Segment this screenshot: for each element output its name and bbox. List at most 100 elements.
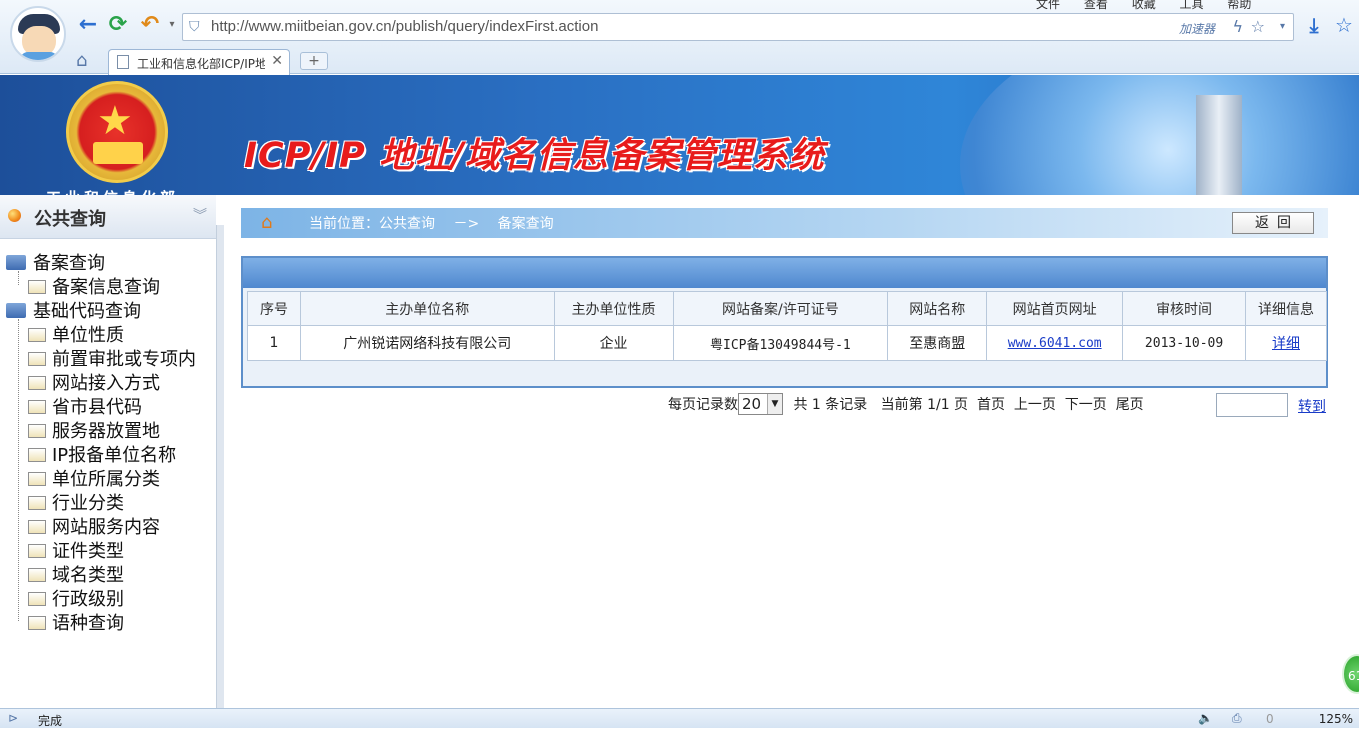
chevron-down-icon: ▼ [767, 394, 782, 414]
tree-item-label: 网站接入方式 [52, 373, 160, 394]
lightning-icon[interactable]: ϟ [1232, 17, 1243, 36]
cell-detail: 详细 [1245, 325, 1327, 361]
tree-item[interactable]: 单位性质 [28, 321, 124, 347]
sidebar-toggle-icon[interactable]: ⊳ [8, 711, 18, 725]
page-icon [28, 400, 46, 414]
sidebar-scrollbar[interactable] [216, 225, 224, 708]
pager: 每页记录数 20 ▼ 共 1 条记录 当前第 1/1 页 首页 上一页 下一页 尾页 [668, 393, 1144, 415]
collapse-icon[interactable]: ︾ [193, 205, 207, 225]
detail-link[interactable]: 详细 [1272, 336, 1300, 352]
col-header: 主办单位性质 [553, 291, 674, 326]
last-page-link[interactable]: 尾页 [1116, 397, 1144, 413]
col-header: 主办单位名称 [299, 291, 555, 326]
printer-icon[interactable]: ⎙ [1232, 711, 1242, 726]
download-icon[interactable]: ⤓ [1302, 12, 1326, 38]
page-icon [28, 376, 46, 390]
system-title: ICP/IP 地址/域名信息备案管理系统 [244, 136, 825, 176]
page-icon [28, 352, 46, 366]
star-icon[interactable]: ☆ [1251, 17, 1265, 36]
col-header: 详细信息 [1245, 291, 1327, 326]
undo-icon[interactable]: ↶ [138, 12, 162, 38]
results-table: 序号 主办单位名称 主办单位性质 网站备案/许可证号 网站名称 网站首页网址 审… [247, 291, 1327, 361]
close-tab-icon[interactable]: ✕ [271, 53, 283, 69]
page-icon [28, 328, 46, 342]
menu-help[interactable]: 帮助 [1227, 0, 1251, 11]
next-page-link[interactable]: 下一页 [1065, 397, 1107, 413]
tree-group-filing-query[interactable]: 备案查询 [6, 249, 105, 275]
home-icon[interactable]: ⌂ [261, 212, 283, 234]
favorites-star-icon[interactable]: ☆ [1332, 12, 1356, 38]
goto-link[interactable]: 转到 [1298, 396, 1326, 416]
results-panel: 序号 主办单位名称 主办单位性质 网站备案/许可证号 网站名称 网站首页网址 审… [241, 256, 1328, 388]
cell-url: www.6041.com [986, 325, 1124, 361]
tree-item[interactable]: 行政级别 [28, 585, 124, 611]
address-bar[interactable]: ⛉ http://www.miitbeian.gov.cn/publish/qu… [182, 13, 1294, 41]
tree-item-label: 服务器放置地 [52, 421, 160, 442]
tree-item[interactable]: 网站接入方式 [28, 369, 160, 395]
breadcrumb-arrow: －> [453, 216, 480, 232]
breadcrumb-bar: ⌂ 当前位置：公共查询 －> 备案查询 返回 [241, 208, 1328, 238]
browser-tab[interactable]: 工业和信息化部ICP/IP地 ✕ [108, 49, 290, 75]
page-icon [28, 280, 46, 294]
tab-strip: ⌂ 工业和信息化部ICP/IP地 ✕ + [0, 46, 1359, 75]
document-icon [117, 55, 129, 69]
volume-icon[interactable]: 🔈 [1198, 711, 1213, 725]
site-url-link[interactable]: www.6041.com [1008, 336, 1102, 351]
tree-item[interactable]: 省市县代码 [28, 393, 142, 419]
page-icon [28, 448, 46, 462]
refresh-icon[interactable]: ⟳ [106, 12, 130, 38]
total-records: 共 1 条记录 [793, 397, 868, 413]
tree-group-label: 基础代码查询 [33, 301, 141, 322]
menu-view[interactable]: 查看 [1084, 0, 1108, 11]
tree-item[interactable]: 单位所属分类 [28, 465, 160, 491]
breadcrumb-prefix: 当前位置：公共查询 [309, 216, 435, 232]
page-icon [28, 616, 46, 630]
per-page-select[interactable]: 20 ▼ [738, 393, 783, 415]
zoom-level[interactable]: 125% [1319, 712, 1353, 726]
undo-dropdown-icon[interactable]: ▾ [160, 12, 184, 38]
tree-item[interactable]: 证件类型 [28, 537, 124, 563]
tree-group-basic-code-query[interactable]: 基础代码查询 [6, 297, 141, 323]
accelerator-label[interactable]: 加速器 [1179, 20, 1215, 37]
page-icon [28, 568, 46, 582]
page-icon [28, 496, 46, 510]
back-icon[interactable]: ← [76, 12, 100, 38]
col-header: 网站首页网址 [986, 291, 1124, 326]
breadcrumb: 当前位置：公共查询 －> 备案查询 [309, 213, 568, 233]
menu-file[interactable]: 文件 [1036, 0, 1060, 11]
page-icon [28, 544, 46, 558]
new-tab-button[interactable]: + [300, 52, 328, 70]
menu-tools[interactable]: 工具 [1180, 0, 1204, 11]
results-panel-header [243, 258, 1326, 288]
back-button[interactable]: 返回 [1232, 212, 1314, 234]
goto-page-input[interactable] [1216, 393, 1288, 417]
status-bar: ⊳ 完成 🔈 ⎙ 0 125% [0, 708, 1359, 728]
browser-menu: 文件 查看 收藏 工具 帮助 [1036, 0, 1271, 12]
page-icon [28, 424, 46, 438]
tree-item[interactable]: 语种查询 [28, 609, 124, 635]
tree-item[interactable]: 域名类型 [28, 561, 124, 587]
url-dropdown-icon[interactable]: ▾ [1280, 21, 1285, 32]
tree-item[interactable]: IP报备单位名称 [28, 441, 176, 467]
status-counter[interactable]: 0 [1266, 712, 1274, 726]
url-text[interactable]: http://www.miitbeian.gov.cn/publish/quer… [211, 18, 598, 35]
tree-item[interactable]: 服务器放置地 [28, 417, 160, 443]
sidebar-header[interactable]: 公共查询 ︾ [0, 195, 216, 239]
prev-page-link[interactable]: 上一页 [1014, 397, 1056, 413]
home-icon[interactable]: ⌂ [76, 50, 87, 71]
tree-item-filing-info-query[interactable]: 备案信息查询 [28, 273, 160, 299]
folder-icon [6, 303, 26, 318]
tree-item-label: 行业分类 [52, 493, 124, 514]
tree-item-label: 语种查询 [52, 613, 124, 634]
col-header: 网站名称 [887, 291, 988, 326]
tree-item[interactable]: 网站服务内容 [28, 513, 160, 539]
per-page-value: 20 [742, 395, 762, 413]
menu-favorites[interactable]: 收藏 [1132, 0, 1156, 11]
tree-item-label: 网站服务内容 [52, 517, 160, 538]
tree-item[interactable]: 行业分类 [28, 489, 124, 515]
tree-item[interactable]: 前置审批或专项内 [28, 345, 196, 371]
first-page-link[interactable]: 首页 [977, 397, 1005, 413]
org-name: 工业和信息化部 [46, 187, 179, 195]
tree-item-label: 单位所属分类 [52, 469, 160, 490]
floating-badge[interactable]: 61 [1342, 654, 1359, 694]
